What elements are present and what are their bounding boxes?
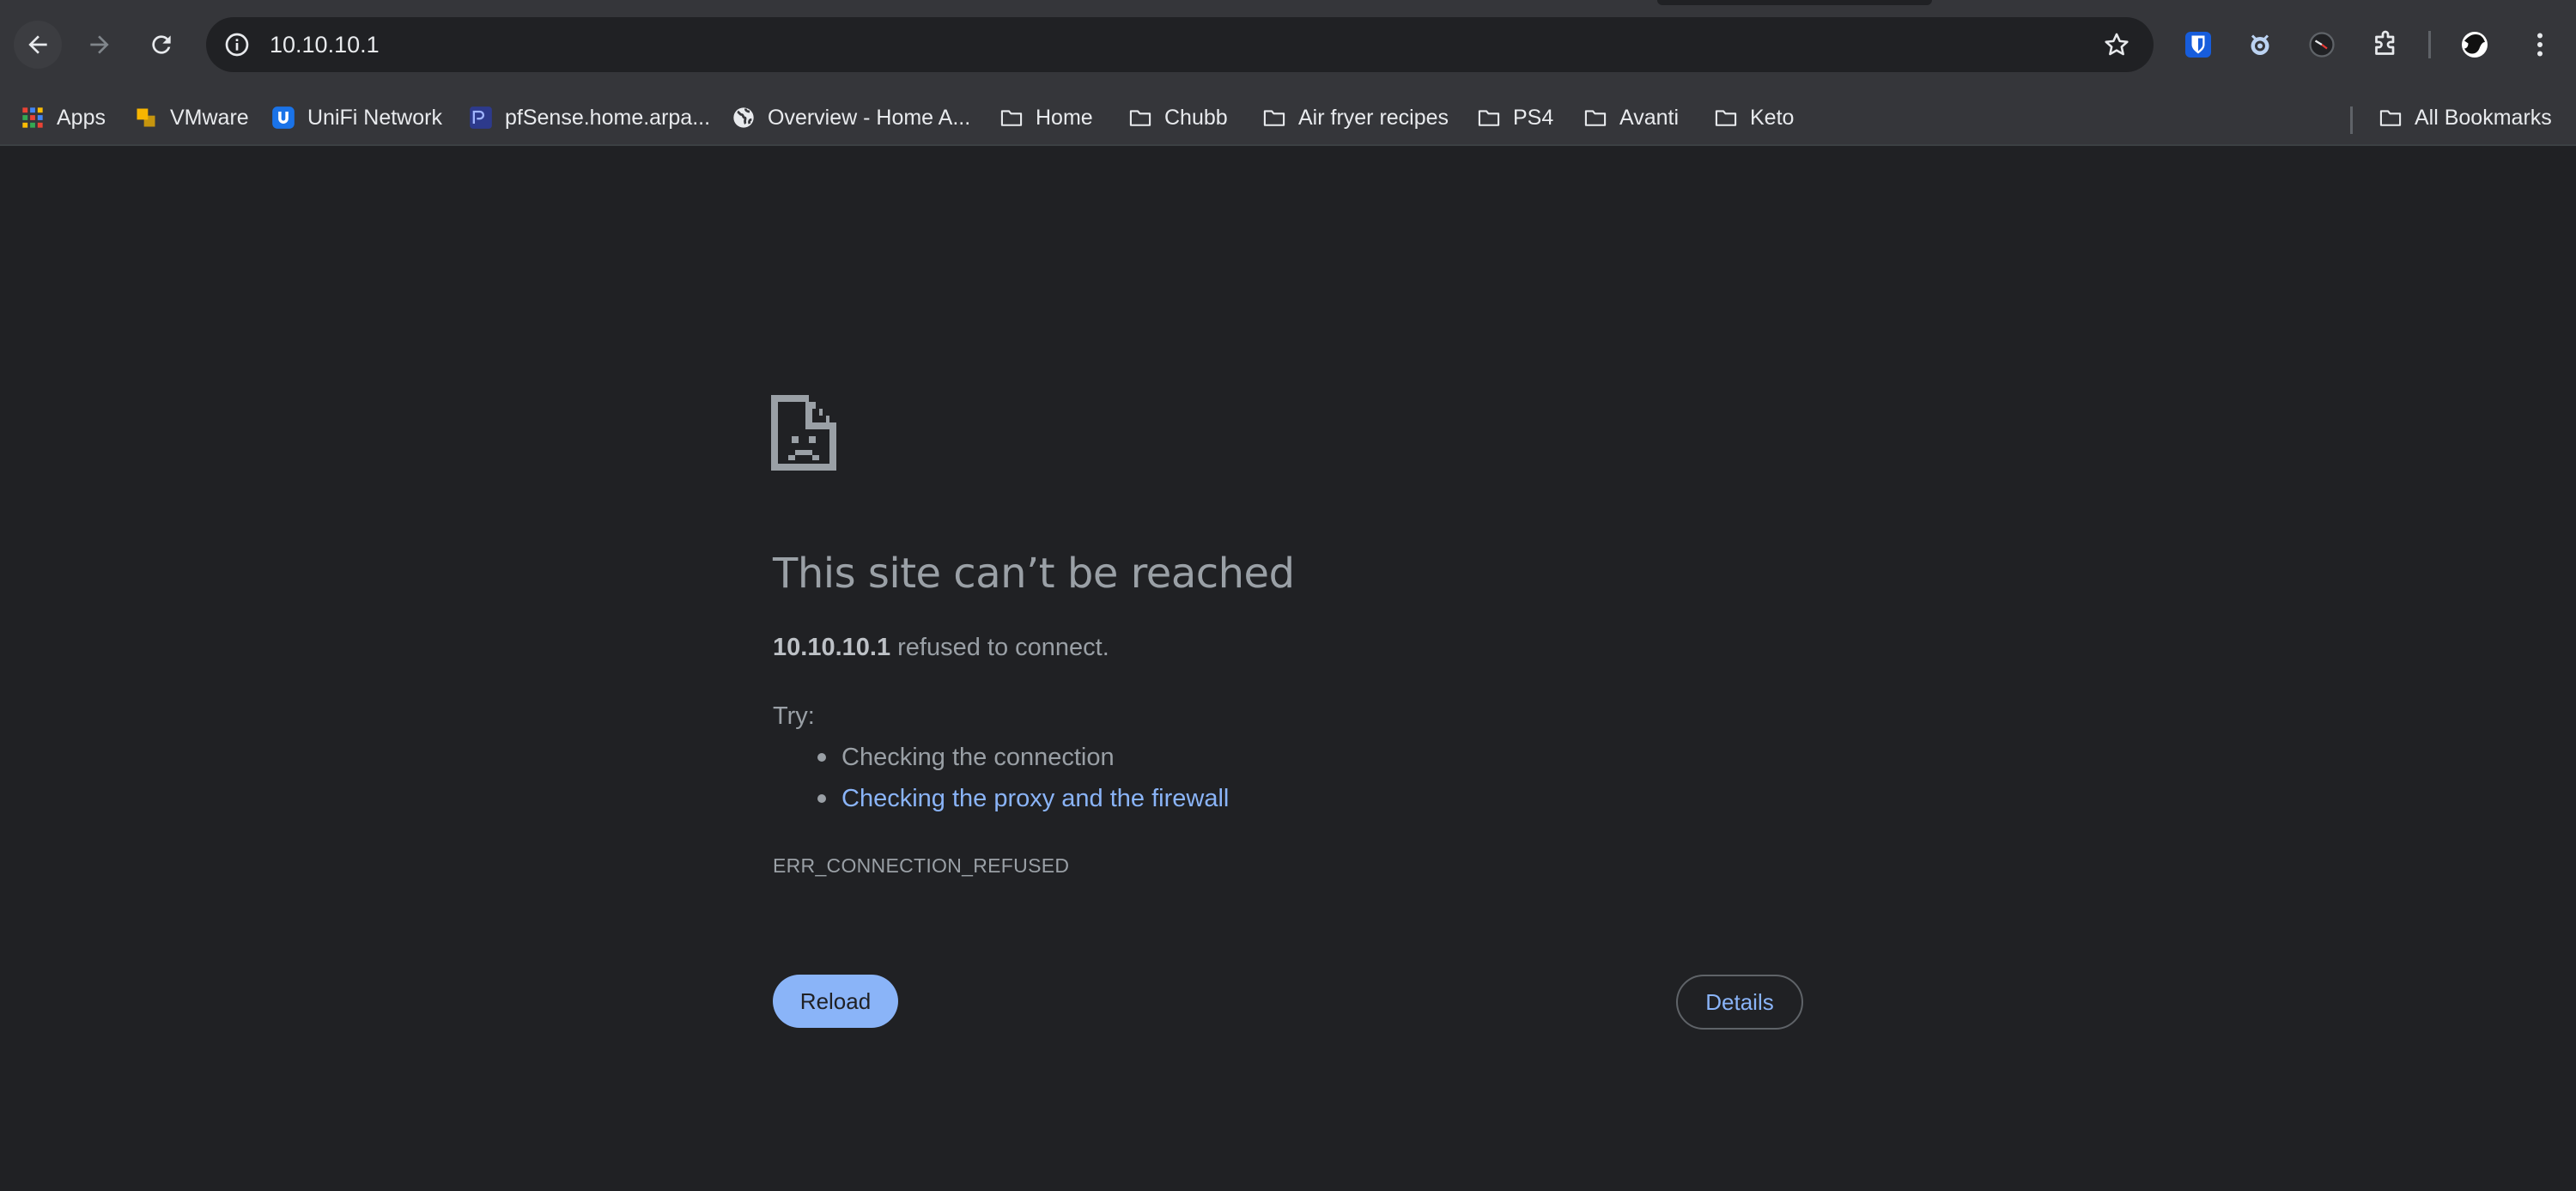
bookmark-label: Avanti	[1619, 105, 1680, 130]
bookmark-label: Overview - Home A...	[768, 105, 971, 130]
details-button[interactable]: Details	[1676, 975, 1803, 1030]
bookmark-label: PS4	[1513, 105, 1554, 130]
error-message: 10.10.10.1 refused to connect.	[773, 634, 1109, 662]
tab-strip-edge	[1657, 0, 1932, 5]
error-title: This site can’t be reached	[773, 550, 1295, 598]
folder-icon	[1263, 110, 1285, 126]
suggestions-list: Checking the connection Checking the pro…	[773, 740, 1229, 823]
bookmarks-separator	[2350, 106, 2353, 134]
bookmark-folder-ps4[interactable]: PS4	[1477, 100, 1553, 135]
extensions-button[interactable]	[2366, 26, 2404, 64]
bookmark-label: pfSense.home.arpa...	[505, 105, 711, 130]
bookmark-star-icon[interactable]	[2102, 30, 2131, 59]
folder-icon	[1584, 110, 1607, 126]
reload-page-button[interactable]	[137, 21, 185, 69]
avatar	[2462, 32, 2488, 58]
error-message-text: refused to connect.	[897, 634, 1109, 661]
site-info-icon[interactable]	[223, 31, 251, 58]
folder-icon	[1129, 110, 1151, 126]
bookmark-label: Apps	[57, 105, 106, 130]
bookmark-pfsense[interactable]: pfSense.home.arpa...	[469, 100, 710, 135]
bookmark-folder-chubb[interactable]: Chubb	[1128, 100, 1228, 135]
all-bookmarks-label: All Bookmarks	[2415, 105, 2552, 130]
back-arrow-icon	[28, 35, 47, 54]
menu-button[interactable]	[2521, 26, 2559, 64]
folder-icon	[2379, 110, 2402, 126]
bookmark-folder-keto[interactable]: Keto	[1714, 100, 1794, 135]
url-text[interactable]: 10.10.10.1	[270, 17, 380, 72]
clock-extension-button[interactable]	[2303, 26, 2341, 64]
bookmark-overview-home[interactable]: Overview - Home A...	[732, 100, 970, 135]
suggestion-check-connection: Checking the connection	[773, 740, 1229, 781]
forward-arrow-icon	[90, 35, 109, 54]
reload-icon	[152, 35, 171, 54]
pfsense-icon	[470, 106, 492, 129]
bookmark-label: Keto	[1750, 105, 1795, 130]
bitwarden-extension-button[interactable]	[2179, 26, 2217, 64]
folder-icon	[1000, 110, 1023, 126]
error-code: ERR_CONNECTION_REFUSED	[773, 854, 1070, 877]
clock-icon	[2309, 32, 2335, 58]
bug-extension-button[interactable]	[2241, 26, 2279, 64]
folder-icon	[1478, 110, 1500, 126]
bookmark-folder-air-fryer-recipes[interactable]: Air fryer recipes	[1262, 100, 1449, 135]
puzzle-icon	[2375, 30, 2395, 55]
bookmark-unifi-network[interactable]: UniFi Network	[271, 100, 442, 135]
bitwarden-icon	[2185, 32, 2211, 58]
suggestion-check-proxy-firewall-link[interactable]: Checking the proxy and the firewall	[773, 781, 1229, 823]
bookmarks-bar: Apps VMware UniFi Network pfSense.home.a…	[0, 91, 2576, 146]
address-bar[interactable]: 10.10.10.1	[206, 17, 2154, 72]
bookmark-vmware[interactable]: VMware	[134, 100, 249, 135]
sad-document-icon	[771, 395, 836, 471]
bookmark-folder-avanti[interactable]: Avanti	[1583, 100, 1679, 135]
vmware-icon	[137, 108, 155, 127]
bookmark-label: Home	[1036, 105, 1093, 130]
bookmark-label: UniFi Network	[307, 105, 442, 130]
forward-button[interactable]	[76, 21, 124, 69]
toolbar-separator	[2428, 31, 2431, 58]
folder-icon	[1715, 110, 1737, 126]
apps-grid-icon	[22, 107, 43, 128]
bookmark-label: VMware	[170, 105, 249, 130]
bug-icon	[2251, 34, 2269, 55]
back-button[interactable]	[14, 21, 62, 69]
error-host: 10.10.10.1	[773, 634, 891, 661]
browser-toolbar: 10.10.10.1	[0, 0, 2576, 91]
try-label: Try:	[773, 702, 815, 730]
globe-icon	[733, 107, 754, 128]
bookmark-folder-home[interactable]: Home	[999, 100, 1093, 135]
bookmark-apps[interactable]: Apps	[21, 100, 106, 135]
profile-button[interactable]	[2456, 26, 2494, 64]
unifi-icon	[272, 106, 295, 129]
bookmark-label: Chubb	[1164, 105, 1228, 130]
all-bookmarks-button[interactable]: All Bookmarks	[2379, 100, 2552, 135]
reload-button[interactable]: Reload	[773, 975, 898, 1028]
kebab-menu-icon	[2537, 33, 2543, 57]
bookmark-label: Air fryer recipes	[1298, 105, 1449, 130]
